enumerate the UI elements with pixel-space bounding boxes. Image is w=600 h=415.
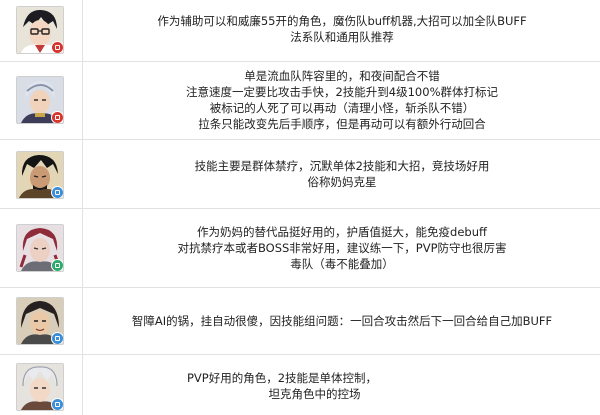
table-row: 技能主要是群体禁疗，沉默单体2技能和大招，竞技场好用 俗称奶妈克星 [0, 140, 600, 209]
description-line: 被标记的人死了可以再动（清理小怪，斩杀队不错） [209, 101, 475, 115]
description-line: 俗称奶妈克星 [307, 175, 377, 189]
red-element-badge-icon [51, 111, 63, 123]
blue-element-badge-icon [51, 332, 63, 344]
description-line: 法系队和通用队推荐 [290, 30, 394, 44]
table-row: 作为奶妈的替代品挺好用的，护盾值挺大，能免疫debuff 对抗禁疗本或者BOSS… [0, 209, 600, 288]
row-description: 作为奶妈的替代品挺好用的，护盾值挺大，能免疫debuff 对抗禁疗本或者BOSS… [84, 224, 600, 272]
table-row: PVP好用的角色，2技能是单体控制， 坦克角色中的控场 [0, 355, 600, 415]
description-line: 对抗禁疗本或者BOSS非常好用，建议练一下，PVP防守也很厉害 [177, 241, 507, 255]
avatar [16, 6, 64, 54]
table-row: 智障AI的锅，挂自动很傻，因技能组问题：一回合攻击然后下一回合给自己加BUFF [0, 288, 600, 355]
avatar [16, 76, 64, 124]
row-description: 智障AI的锅，挂自动很傻，因技能组问题：一回合攻击然后下一回合给自己加BUFF [84, 313, 600, 329]
description-line: 注意速度一定要比攻击手快，2技能升到4级100%群体打标记 [185, 85, 498, 99]
table-row: 作为辅助可以和威廉55开的角色，魔伤队buff机器,大招可以加全队BUFF 法系… [0, 0, 600, 62]
description-line: 智障AI的锅，挂自动很傻，因技能组问题：一回合攻击然后下一回合给自己加BUFF [131, 314, 553, 328]
row-description: 作为辅助可以和威廉55开的角色，魔伤队buff机器,大招可以加全队BUFF 法系… [84, 13, 600, 45]
description-line: PVP好用的角色，2技能是单体控制， [186, 371, 378, 385]
table-row: 单是流血队阵容里的，和夜间配合不错 注意速度一定要比攻击手快，2技能升到4级10… [0, 62, 600, 140]
avatar [16, 297, 64, 345]
green-element-badge-icon [51, 259, 63, 271]
avatar [16, 224, 64, 272]
description-line: 作为奶妈的替代品挺好用的，护盾值挺大，能免疫debuff [197, 225, 487, 239]
avatar [16, 151, 64, 199]
row-description: PVP好用的角色，2技能是单体控制， 坦克角色中的控场 [84, 370, 600, 402]
blue-element-badge-icon [51, 186, 63, 198]
row-description: 技能主要是群体禁疗，沉默单体2技能和大招，竞技场好用 俗称奶妈克星 [84, 158, 600, 190]
row-description: 单是流血队阵容里的，和夜间配合不错 注意速度一定要比攻击手快，2技能升到4级10… [84, 68, 600, 132]
avatar [16, 363, 64, 411]
description-line: 作为辅助可以和威廉55开的角色，魔伤队buff机器,大招可以加全队BUFF [157, 14, 527, 28]
description-line: 毒队（毒不能叠加） [290, 257, 394, 271]
description-line: 坦克角色中的控场 [268, 387, 361, 401]
character-table: 作为辅助可以和威廉55开的角色，魔伤队buff机器,大招可以加全队BUFF 法系… [0, 0, 600, 415]
red-element-badge-icon [51, 41, 63, 53]
description-line: 技能主要是群体禁疗，沉默单体2技能和大招，竞技场好用 [194, 159, 490, 173]
description-line: 拉条只能改变先后手顺序，但是再动可以有额外行动回合 [198, 117, 486, 131]
description-line: 单是流血队阵容里的，和夜间配合不错 [244, 69, 440, 83]
blue-element-badge-icon [51, 398, 63, 410]
